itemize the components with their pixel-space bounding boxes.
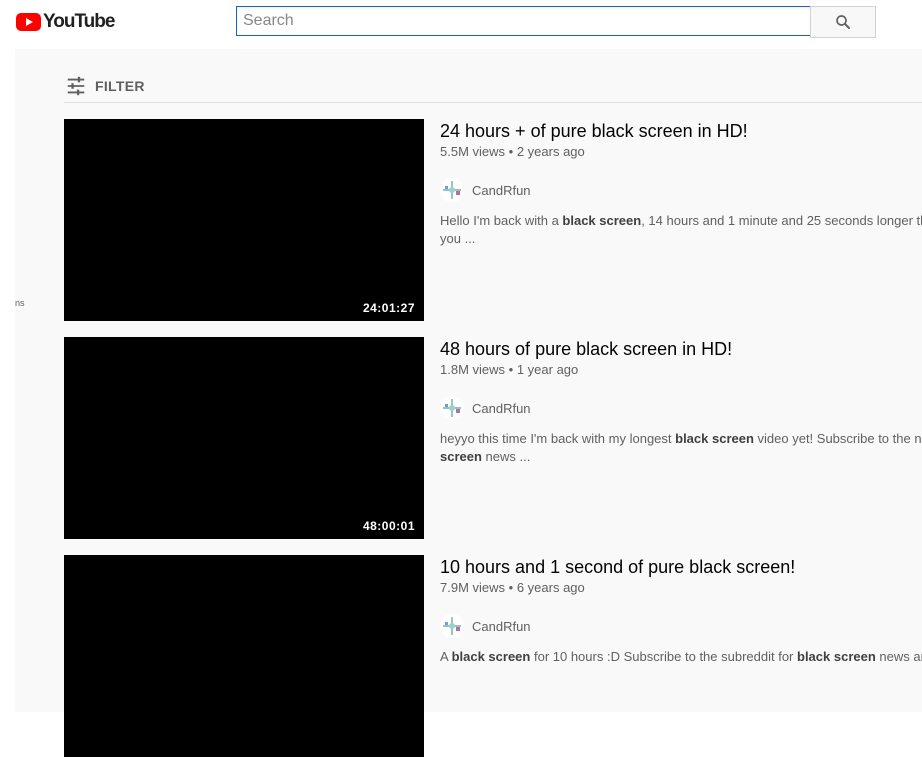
meta-separator: • xyxy=(508,144,517,159)
video-thumbnail[interactable]: 48:00:01 xyxy=(64,337,424,539)
upload-age: 6 years ago xyxy=(516,580,585,595)
channel-avatar[interactable] xyxy=(440,178,464,202)
view-count: 7.9M views xyxy=(440,580,506,595)
youtube-play-icon xyxy=(16,13,41,31)
description-highlight: black screen xyxy=(675,431,754,446)
description-text: , 14 hours and 1 minute and 25 seconds l… xyxy=(641,213,922,228)
channel-link[interactable]: CandRfun xyxy=(440,396,922,420)
video-info: 24 hours + of pure black screen in HD! 5… xyxy=(440,119,922,248)
view-count: 5.5M views xyxy=(440,144,506,159)
description-text: for 10 hours :D Subscribe to the subredd… xyxy=(530,649,797,664)
video-duration: 24:01:27 xyxy=(362,301,415,315)
video-description: A black screen for 10 hours :D Subscribe… xyxy=(440,648,922,666)
view-count: 1.8M views xyxy=(440,362,506,377)
description-highlight: black screen xyxy=(797,649,876,664)
youtube-logo[interactable]: YouTube xyxy=(16,11,115,33)
filter-bar: FILTER xyxy=(64,70,922,103)
channel-link[interactable]: CandRfun xyxy=(440,614,922,638)
filter-icon[interactable] xyxy=(65,75,87,97)
description-line: heyyo this time I'm back with my longest… xyxy=(440,430,922,448)
description-highlight: black screen xyxy=(451,649,531,664)
description-text: Hello I'm back with a xyxy=(440,213,563,228)
description-line: screen news ... xyxy=(440,448,922,466)
video-title[interactable]: 10 hours and 1 second of pure black scre… xyxy=(440,555,922,579)
description-line: Hello I'm back with a black screen, 14 h… xyxy=(440,212,922,230)
description-line: you ... xyxy=(440,230,922,248)
description-text: news and xyxy=(879,649,922,664)
channel-avatar-icon xyxy=(443,181,461,199)
search-input[interactable] xyxy=(236,6,811,36)
channel-avatar[interactable] xyxy=(440,396,464,420)
video-meta: 5.5M views • 2 years ago xyxy=(440,144,922,160)
video-result: 10 hours and 1 second of pure black scre… xyxy=(64,555,922,757)
video-meta: 7.9M views • 6 years ago xyxy=(440,580,922,596)
search-button[interactable] xyxy=(810,6,876,38)
meta-separator: • xyxy=(508,362,517,377)
video-title[interactable]: 24 hours + of pure black screen in HD! xyxy=(440,119,922,143)
meta-separator: • xyxy=(508,580,517,595)
video-result: 48:00:01 48 hours of pure black screen i… xyxy=(64,337,922,539)
upload-age: 1 year ago xyxy=(516,362,579,377)
video-info: 48 hours of pure black screen in HD! 1.8… xyxy=(440,337,922,466)
video-title[interactable]: 48 hours of pure black screen in HD! xyxy=(440,337,922,361)
description-line: A black screen for 10 hours :D Subscribe… xyxy=(440,648,922,666)
channel-avatar[interactable] xyxy=(440,614,464,638)
description-highlight: black screen xyxy=(562,213,642,228)
description-text: A xyxy=(440,649,452,664)
description-text: heyyo this time I'm back with my longest xyxy=(440,431,676,446)
video-info: 10 hours and 1 second of pure black scre… xyxy=(440,555,922,666)
channel-avatar-icon xyxy=(443,399,461,417)
description-highlight: screen xyxy=(440,449,482,464)
search-icon xyxy=(836,15,850,29)
description-text: news ... xyxy=(481,449,531,464)
video-description: Hello I'm back with a black screen, 14 h… xyxy=(440,212,922,248)
description-text: you ... xyxy=(440,231,476,246)
filter-button[interactable]: FILTER xyxy=(95,78,145,94)
description-text: video yet! Subscribe to the ne xyxy=(753,431,922,446)
channel-name: CandRfun xyxy=(472,182,531,198)
channel-link[interactable]: CandRfun xyxy=(440,178,922,202)
video-result: 24:01:27 24 hours + of pure black screen… xyxy=(64,119,922,321)
sidebar-fragment: ns xyxy=(15,298,25,308)
video-duration: 48:00:01 xyxy=(362,519,415,533)
video-thumbnail[interactable] xyxy=(64,555,424,757)
channel-avatar-icon xyxy=(443,617,461,635)
video-meta: 1.8M views • 1 year ago xyxy=(440,362,922,378)
channel-name: CandRfun xyxy=(472,618,531,634)
video-description: heyyo this time I'm back with my longest… xyxy=(440,430,922,466)
channel-name: CandRfun xyxy=(472,400,531,416)
upload-age: 2 years ago xyxy=(516,144,585,159)
video-thumbnail[interactable]: 24:01:27 xyxy=(64,119,424,321)
top-bar: YouTube xyxy=(0,0,922,44)
logo-text: YouTube xyxy=(43,11,115,32)
